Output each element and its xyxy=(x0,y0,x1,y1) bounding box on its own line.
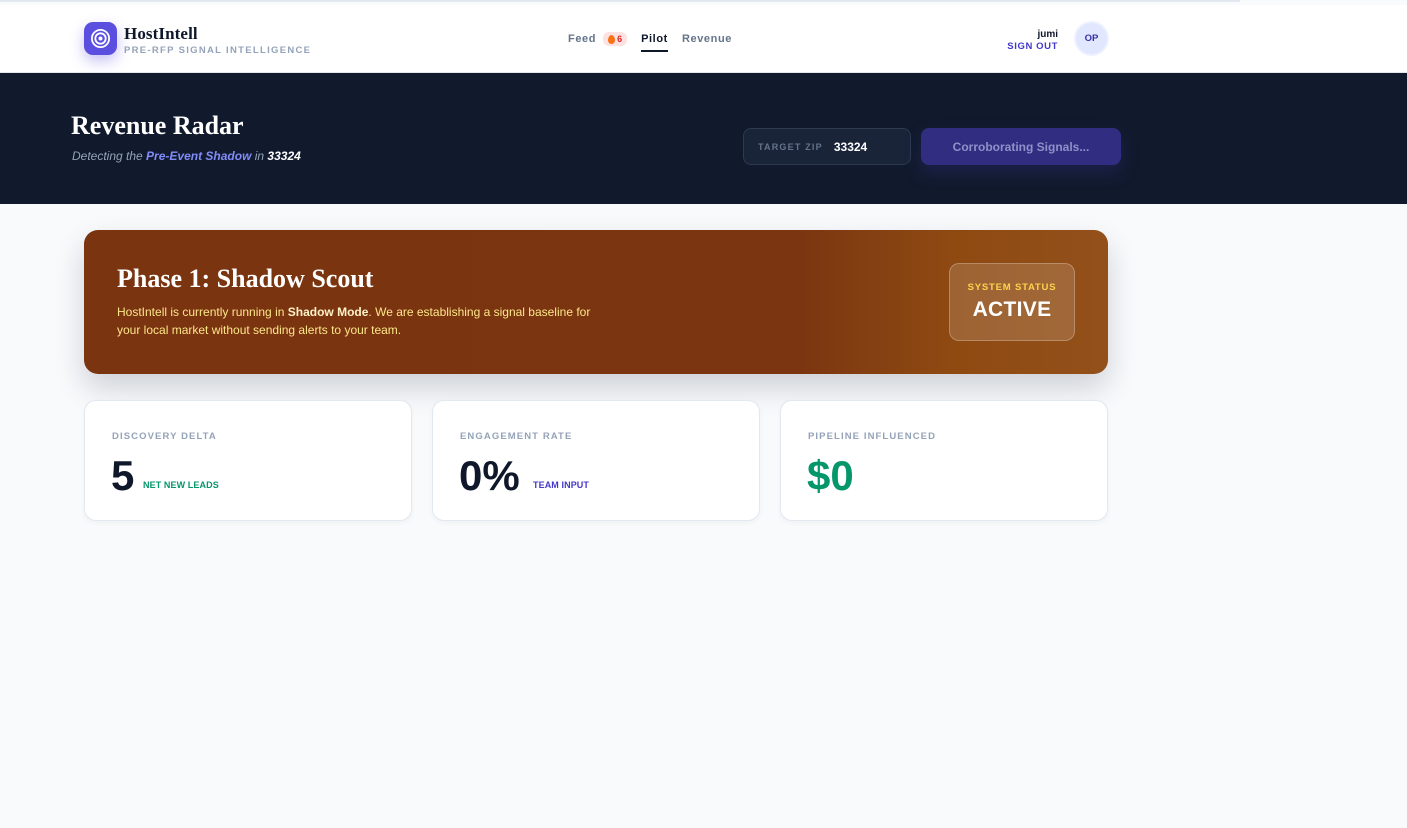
flame-icon xyxy=(608,34,616,44)
corroborate-signals-button[interactable]: Corroborating Signals... xyxy=(921,128,1121,165)
brand-name: HostIntell xyxy=(124,24,198,43)
metric-label: PIPELINE INFLUENCED xyxy=(808,431,937,442)
metric-unit: NET NEW LEADS xyxy=(143,480,219,490)
main-nav: Feed 6 Pilot Revenue xyxy=(568,30,732,52)
subtitle-mid: in xyxy=(251,149,268,163)
nav-feed[interactable]: Feed xyxy=(568,33,596,45)
phase-description: HostIntell is currently running in Shado… xyxy=(117,303,597,339)
avatar[interactable]: OP xyxy=(1074,21,1109,56)
nav-revenue[interactable]: Revenue xyxy=(682,33,732,45)
phase-card: Phase 1: Shadow Scout HostIntell is curr… xyxy=(84,230,1108,374)
nav-pilot[interactable]: Pilot xyxy=(641,33,668,52)
target-zip-field[interactable]: TARGET ZIP xyxy=(743,128,911,165)
subtitle-highlight: Pre-Event Shadow xyxy=(146,149,252,163)
hero-banner: Revenue Radar Detecting the Pre-Event Sh… xyxy=(0,73,1407,204)
user-name: jumi xyxy=(1037,29,1058,40)
metric-unit: TEAM INPUT xyxy=(533,480,589,490)
metric-value: 5 xyxy=(111,452,135,499)
metric-label: ENGAGEMENT RATE xyxy=(460,431,573,442)
target-zip-input[interactable] xyxy=(833,139,904,154)
phase-text-prefix: HostIntell is currently running in xyxy=(117,305,288,319)
metric-card-discovery-delta: DISCOVERY DELTA 5 NET NEW LEADS xyxy=(84,400,412,521)
page-subtitle: Detecting the Pre-Event Shadow in 33324 xyxy=(72,149,301,163)
phase-text-bold: Shadow Mode xyxy=(287,305,369,319)
top-progress-line xyxy=(0,0,1240,2)
page-title: Revenue Radar xyxy=(71,111,244,140)
target-icon[interactable] xyxy=(84,22,117,55)
subtitle-prefix: Detecting the xyxy=(72,149,147,163)
phase-title: Phase 1: Shadow Scout xyxy=(117,264,374,293)
brand-tagline: PRE-RFP SIGNAL INTELLIGENCE xyxy=(124,45,312,56)
metric-label: DISCOVERY DELTA xyxy=(112,431,217,442)
metric-value: $0 xyxy=(807,452,854,499)
system-status-box: SYSTEM STATUS ACTIVE xyxy=(949,263,1075,341)
system-status-value: ACTIVE xyxy=(972,298,1052,321)
metric-value: 0% xyxy=(459,452,520,499)
feed-count-badge: 6 xyxy=(603,32,628,46)
app-header: HostIntell PRE-RFP SIGNAL INTELLIGENCE F… xyxy=(0,5,1407,73)
system-status-label: SYSTEM STATUS xyxy=(967,282,1057,293)
subtitle-zip: 33324 xyxy=(267,149,301,163)
metric-card-engagement-rate: ENGAGEMENT RATE 0% TEAM INPUT xyxy=(432,400,760,521)
sign-out-link[interactable]: SIGN OUT xyxy=(1007,41,1058,52)
metric-card-pipeline-influenced: PIPELINE INFLUENCED $0 xyxy=(780,400,1108,521)
target-zip-label: TARGET ZIP xyxy=(758,141,823,152)
feed-count: 6 xyxy=(617,34,623,44)
